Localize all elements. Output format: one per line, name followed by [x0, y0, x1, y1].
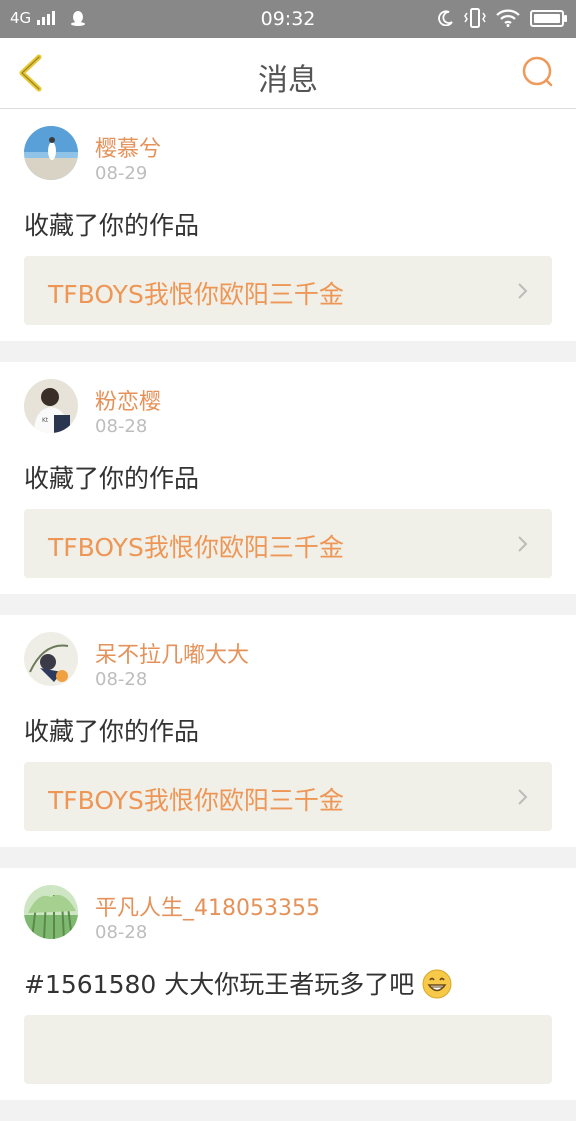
- message-text-body: #1561580 大大你玩王者玩多了吧: [24, 970, 415, 999]
- username[interactable]: 呆不拉几嘟大大: [95, 637, 249, 669]
- svg-text:Kt: Kt: [42, 417, 49, 424]
- work-title: TFBOYS我恨你欧阳三千金: [48, 786, 344, 815]
- message-card: Kt 粉恋樱 08-28 收藏了你的作品 TFBOYS我恨你欧阳三千金: [0, 362, 576, 594]
- message-text: #1561580 大大你玩王者玩多了吧: [24, 965, 452, 1001]
- message-text: 收藏了你的作品: [24, 211, 200, 240]
- message-text: 收藏了你的作品: [24, 717, 200, 746]
- nav-bar: 消息: [0, 38, 576, 109]
- message-text: 收藏了你的作品: [24, 464, 200, 493]
- username[interactable]: 粉恋樱: [95, 384, 161, 416]
- grinning-face-emoji: [422, 969, 452, 999]
- battery-level: [534, 13, 560, 23]
- status-right: [438, 8, 567, 28]
- username[interactable]: 樱慕兮: [95, 131, 161, 163]
- search-icon: [522, 56, 553, 87]
- chevron-right-icon: [518, 789, 528, 805]
- work-link[interactable]: TFBOYS我恨你欧阳三千金: [24, 762, 552, 831]
- moon-icon: [438, 10, 453, 26]
- avatar[interactable]: [24, 885, 78, 939]
- work-link[interactable]: TFBOYS我恨你欧阳三千金: [24, 509, 552, 578]
- message-card: 平凡人生_418053355 08-28 #1561580 大大你玩王者玩多了吧: [0, 868, 576, 1100]
- message-date: 08-28: [95, 669, 148, 690]
- message-date: 08-28: [95, 416, 148, 437]
- vibrate-icon: [464, 8, 486, 28]
- message-card: 樱慕兮 08-29 收藏了你的作品 TFBOYS我恨你欧阳三千金: [0, 109, 576, 341]
- work-link[interactable]: TFBOYS我恨你欧阳三千金: [24, 256, 552, 325]
- work-link[interactable]: [24, 1015, 552, 1084]
- message-list: 樱慕兮 08-29 收藏了你的作品 TFBOYS我恨你欧阳三千金 Kt 粉恋樱 …: [0, 109, 576, 1121]
- username[interactable]: 平凡人生_418053355: [95, 890, 320, 922]
- message-date: 08-28: [95, 922, 148, 943]
- message-date: 08-29: [95, 163, 148, 184]
- work-title: TFBOYS我恨你欧阳三千金: [48, 533, 344, 562]
- work-title: TFBOYS我恨你欧阳三千金: [48, 280, 344, 309]
- chevron-right-icon: [518, 283, 528, 299]
- status-bar: 4G 09:32: [0, 0, 576, 38]
- battery-icon: [530, 9, 567, 27]
- avatar[interactable]: [24, 632, 78, 686]
- chevron-right-icon: [518, 536, 528, 552]
- page-title: 消息: [258, 63, 318, 98]
- search-button[interactable]: [520, 54, 556, 90]
- wifi-icon: [496, 9, 520, 27]
- message-card: 呆不拉几嘟大大 08-28 收藏了你的作品 TFBOYS我恨你欧阳三千金: [0, 615, 576, 847]
- avatar[interactable]: [24, 126, 78, 180]
- avatar[interactable]: Kt: [24, 379, 78, 433]
